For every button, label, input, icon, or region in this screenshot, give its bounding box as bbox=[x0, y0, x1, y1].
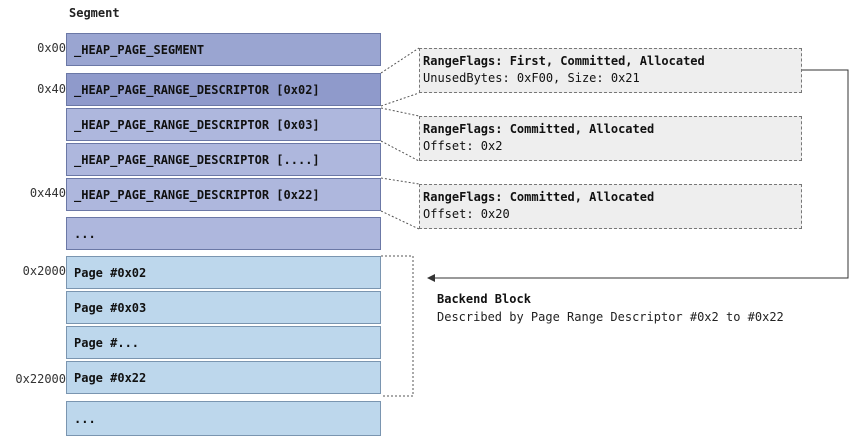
connector-lines bbox=[380, 47, 849, 397]
connector-line bbox=[380, 177, 420, 185]
backend-arrow bbox=[427, 69, 849, 282]
pages-bracket bbox=[381, 255, 414, 397]
connector-line bbox=[380, 47, 420, 74]
connector-line bbox=[380, 92, 420, 107]
connector-line bbox=[380, 140, 420, 162]
connector-line bbox=[380, 210, 420, 230]
connector-line bbox=[380, 107, 420, 117]
